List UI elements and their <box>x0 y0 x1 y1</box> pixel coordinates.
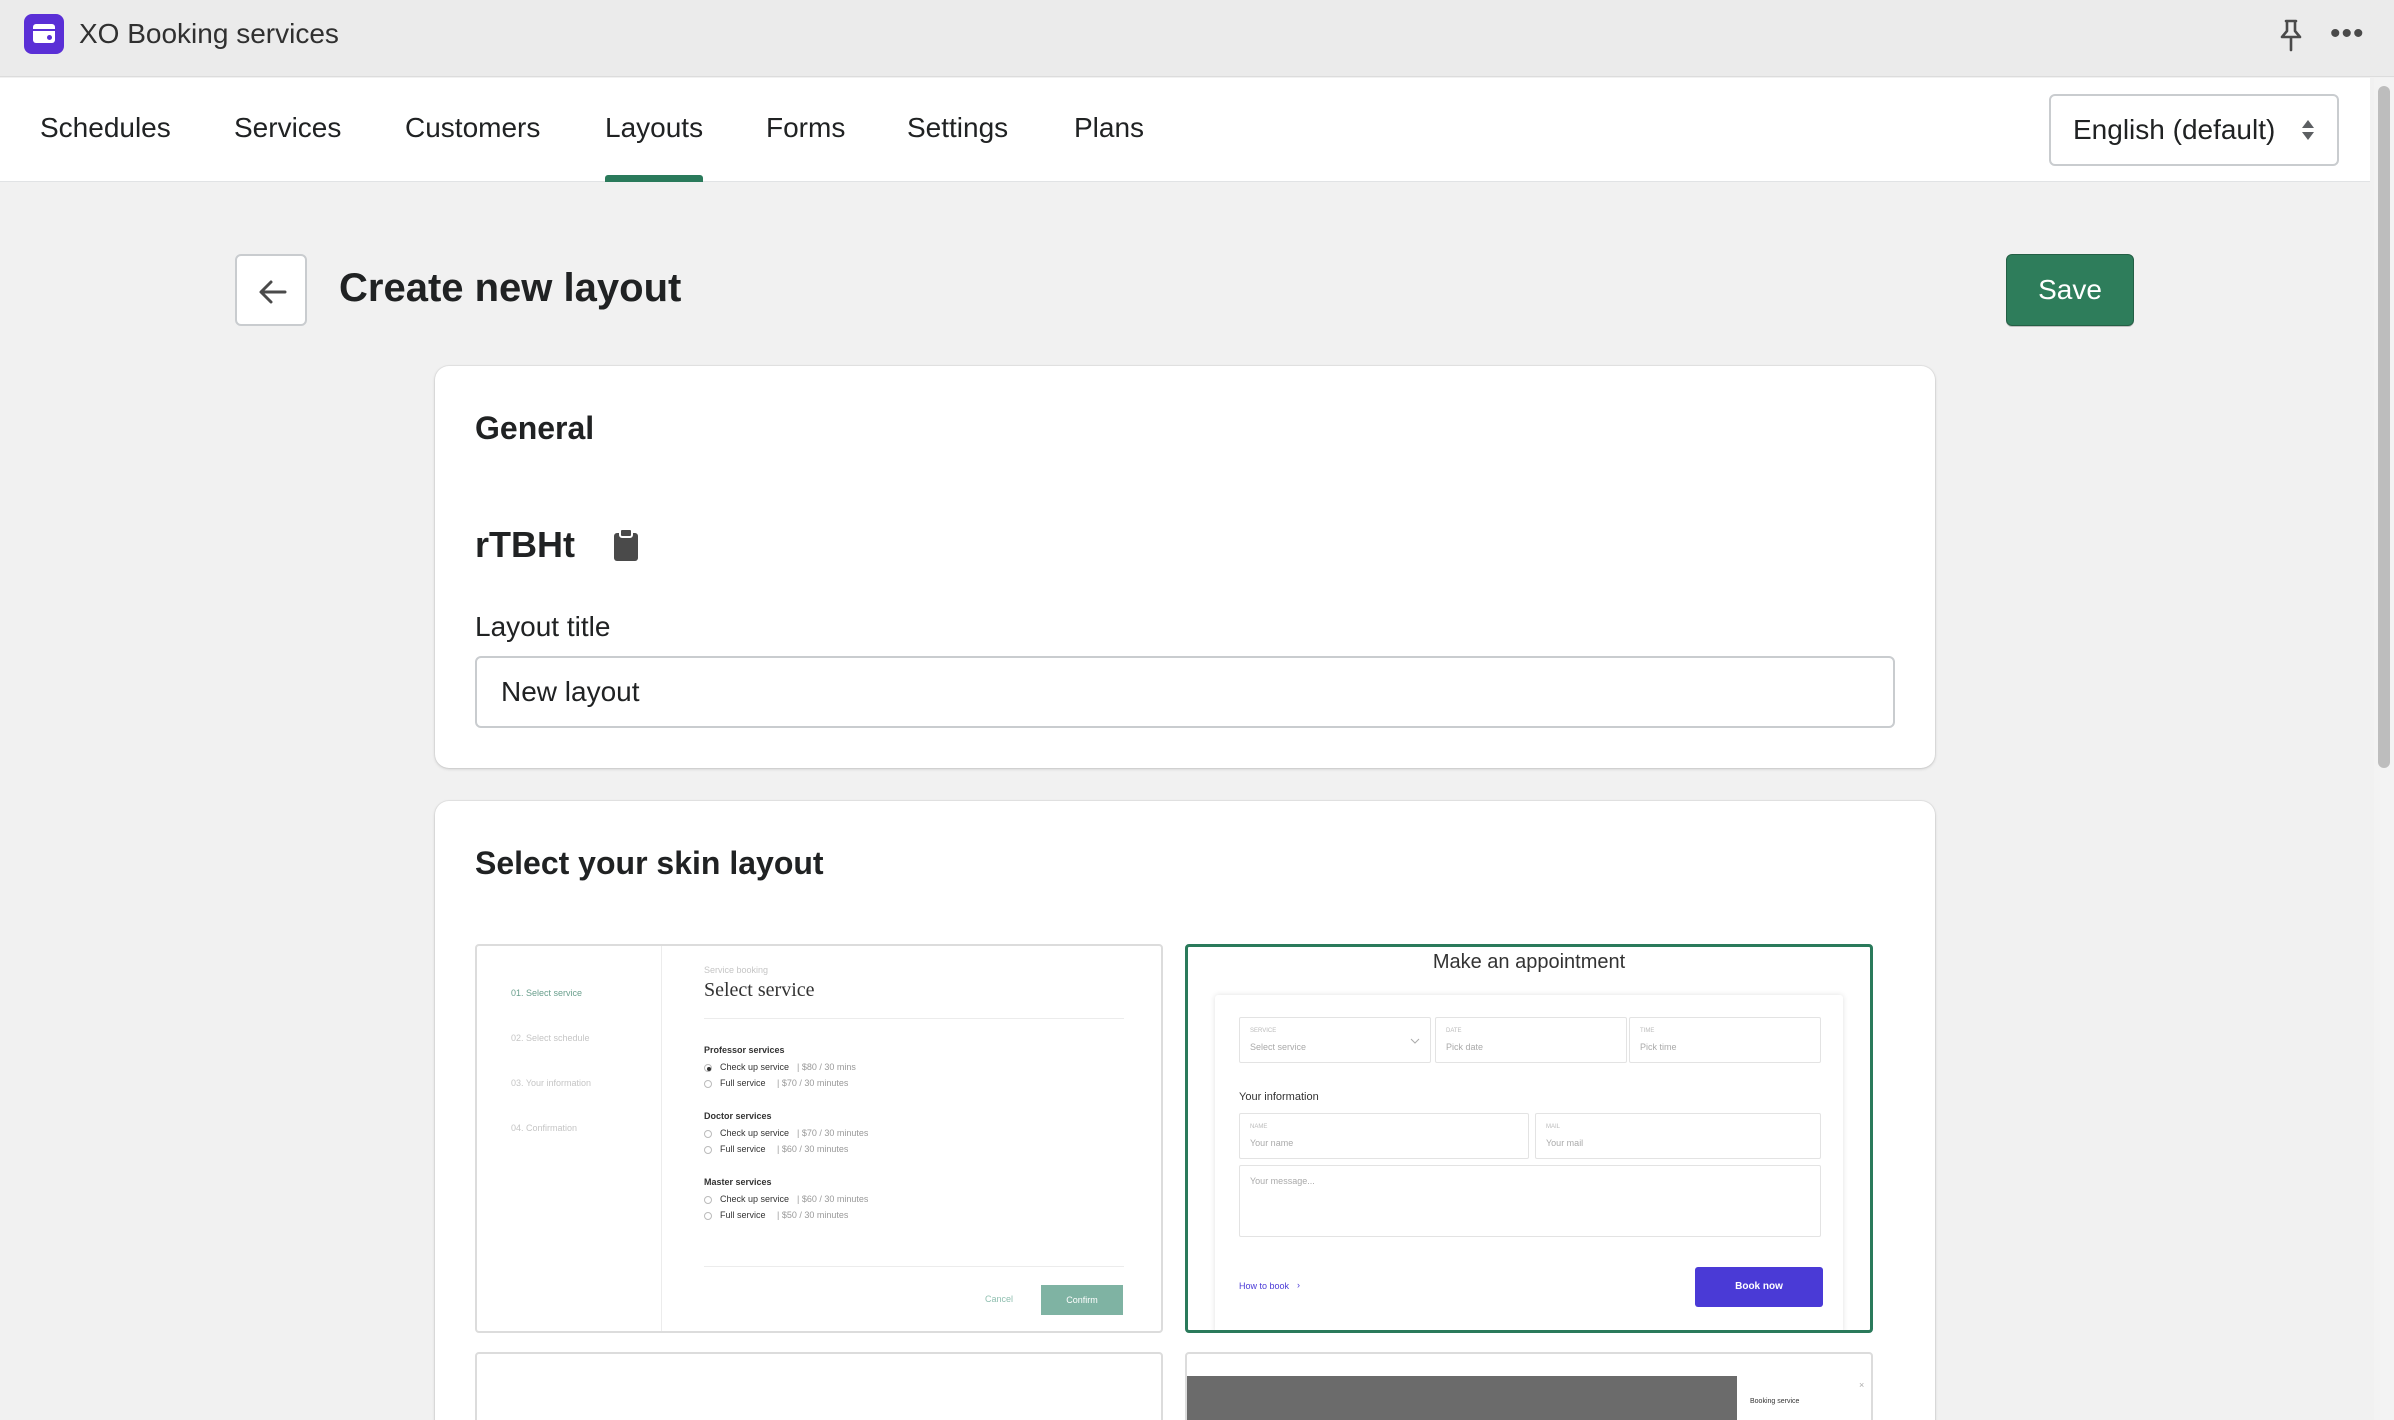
skin2-message-field: Your message... <box>1239 1165 1821 1237</box>
skin1-radio <box>704 1080 712 1088</box>
general-card: General rTBHt Layout title <box>435 366 1935 768</box>
tab-layouts[interactable]: Layouts <box>605 78 704 182</box>
skin-option-1[interactable]: 01. Select service 02. Select schedule 0… <box>475 944 1163 1333</box>
skin1-step: 01. Select service <box>511 988 583 998</box>
skin1-kicker: Service booking <box>704 965 769 975</box>
skin1-title: Select service <box>704 979 815 1001</box>
chevron-right-icon: › <box>1297 1280 1300 1290</box>
tab-settings[interactable]: Settings <box>907 78 1008 182</box>
skin1-item: Full service <box>720 1210 766 1220</box>
skin2-field-placeholder: Pick time <box>1640 1042 1677 1052</box>
general-heading: General <box>475 410 595 446</box>
skin1-step: 03. Your information <box>511 1078 592 1088</box>
skin-layout-card: Select your skin layout 01. Select servi… <box>435 801 1935 1420</box>
skin1-group: Doctor services <box>704 1111 772 1121</box>
skin1-confirm: Confirm <box>1041 1285 1123 1315</box>
skin1-radio <box>704 1064 712 1072</box>
skin1-item-detail: | $70 / 30 minutes <box>797 1128 869 1138</box>
skin1-item-detail: | $60 / 30 minutes <box>797 1194 869 1204</box>
layout-title-input[interactable] <box>475 656 1895 728</box>
main-nav: Schedules Services Customers Layouts For… <box>0 78 2370 182</box>
skin1-radio <box>704 1212 712 1220</box>
skin-heading: Select your skin layout <box>475 845 824 881</box>
layout-code: rTBHt <box>475 524 575 565</box>
skin-option-3[interactable] <box>475 1352 1163 1420</box>
skin2-field-label: MAIL <box>1546 1124 1561 1130</box>
tab-forms[interactable]: Forms <box>766 78 845 182</box>
skin1-item: Full service <box>720 1144 766 1154</box>
app-title-bar: XO Booking services ••• <box>0 0 2394 77</box>
skin1-item: Check up service <box>720 1128 790 1138</box>
skin1-radio <box>704 1146 712 1154</box>
skin4-label: Booking service <box>1750 1398 1800 1405</box>
skin2-book-button: Book now <box>1695 1267 1823 1307</box>
skin-option-4[interactable]: Booking service × <box>1185 1352 1873 1420</box>
skin2-time-field: TIME Pick time <box>1629 1017 1821 1063</box>
pin-icon[interactable] <box>2276 18 2306 52</box>
skin2-field-label: NAME <box>1250 1124 1268 1130</box>
skin1-item: Check up service <box>720 1194 790 1204</box>
more-icon[interactable]: ••• <box>2330 19 2364 49</box>
app-title: XO Booking services <box>79 18 339 49</box>
layout-title-label: Layout title <box>475 611 611 642</box>
language-value: English (default) <box>2073 114 2276 145</box>
select-arrows-icon <box>2302 120 2314 140</box>
clipboard-icon[interactable] <box>613 528 639 562</box>
skin1-radio <box>704 1130 712 1138</box>
skin2-name-field: NAME Your name <box>1239 1113 1529 1159</box>
close-icon: × <box>1859 1380 1865 1390</box>
skin2-mail-field: MAIL Your mail <box>1535 1113 1821 1159</box>
skin1-step: 04. Confirmation <box>511 1123 578 1133</box>
skin1-step: 02. Select schedule <box>511 1033 590 1043</box>
skin1-group: Professor services <box>704 1045 785 1055</box>
skin1-item: Check up service <box>720 1062 790 1072</box>
skin2-info-heading: Your information <box>1239 1091 1319 1103</box>
language-select[interactable]: English (default) <box>2049 94 2339 166</box>
skin-option-2[interactable]: Make an appointment SERVICE Select servi… <box>1185 944 1873 1333</box>
back-button[interactable] <box>235 254 307 326</box>
skin1-rule <box>704 1018 1124 1019</box>
skin1-divider <box>661 946 662 1331</box>
tab-customers[interactable]: Customers <box>405 78 540 182</box>
skin1-item-detail: | $70 / 30 minutes <box>777 1078 849 1088</box>
skin2-field-label: DATE <box>1446 1028 1462 1034</box>
skin1-rule <box>704 1266 1124 1267</box>
skin2-how-to: How to book <box>1239 1281 1290 1291</box>
skin2-field-placeholder: Your name <box>1250 1138 1294 1148</box>
tab-schedules[interactable]: Schedules <box>40 78 171 182</box>
skin2-field-label: TIME <box>1640 1028 1655 1034</box>
scrollbar-thumb[interactable] <box>2378 86 2390 768</box>
page-title: Create new layout <box>339 266 682 310</box>
skin1-item-detail: | $60 / 30 minutes <box>777 1144 849 1154</box>
save-button[interactable]: Save <box>2006 254 2134 326</box>
skin2-field-placeholder: Select service <box>1250 1042 1307 1052</box>
skin2-field-placeholder: Pick date <box>1446 1042 1484 1052</box>
skin1-item-detail: | $80 / 30 mins <box>797 1062 856 1072</box>
skin4-preview-image <box>1187 1376 1737 1420</box>
tab-plans[interactable]: Plans <box>1074 78 1144 182</box>
skin2-field-placeholder: Your message... <box>1250 1176 1315 1186</box>
skin1-item-detail: | $50 / 30 minutes <box>777 1210 849 1220</box>
skin2-title: Make an appointment <box>1432 951 1626 973</box>
arrow-left-icon <box>259 280 287 304</box>
skin1-radio <box>704 1196 712 1204</box>
skin1-group: Master services <box>704 1177 772 1187</box>
chevron-down-icon <box>1410 1038 1420 1044</box>
calendar-app-icon <box>24 14 64 54</box>
skin1-cancel: Cancel <box>985 1294 1014 1304</box>
skin2-form: SERVICE Select service DATE Pick date TI… <box>1215 995 1843 1330</box>
skin2-field-label: SERVICE <box>1250 1028 1277 1034</box>
tab-services[interactable]: Services <box>234 78 341 182</box>
skin1-item: Full service <box>720 1078 766 1088</box>
skin2-field-placeholder: Your mail <box>1546 1138 1584 1148</box>
skin2-date-field: DATE Pick date <box>1435 1017 1627 1063</box>
skin2-service-field: SERVICE Select service <box>1239 1017 1431 1063</box>
scrollbar[interactable] <box>2374 78 2394 1420</box>
